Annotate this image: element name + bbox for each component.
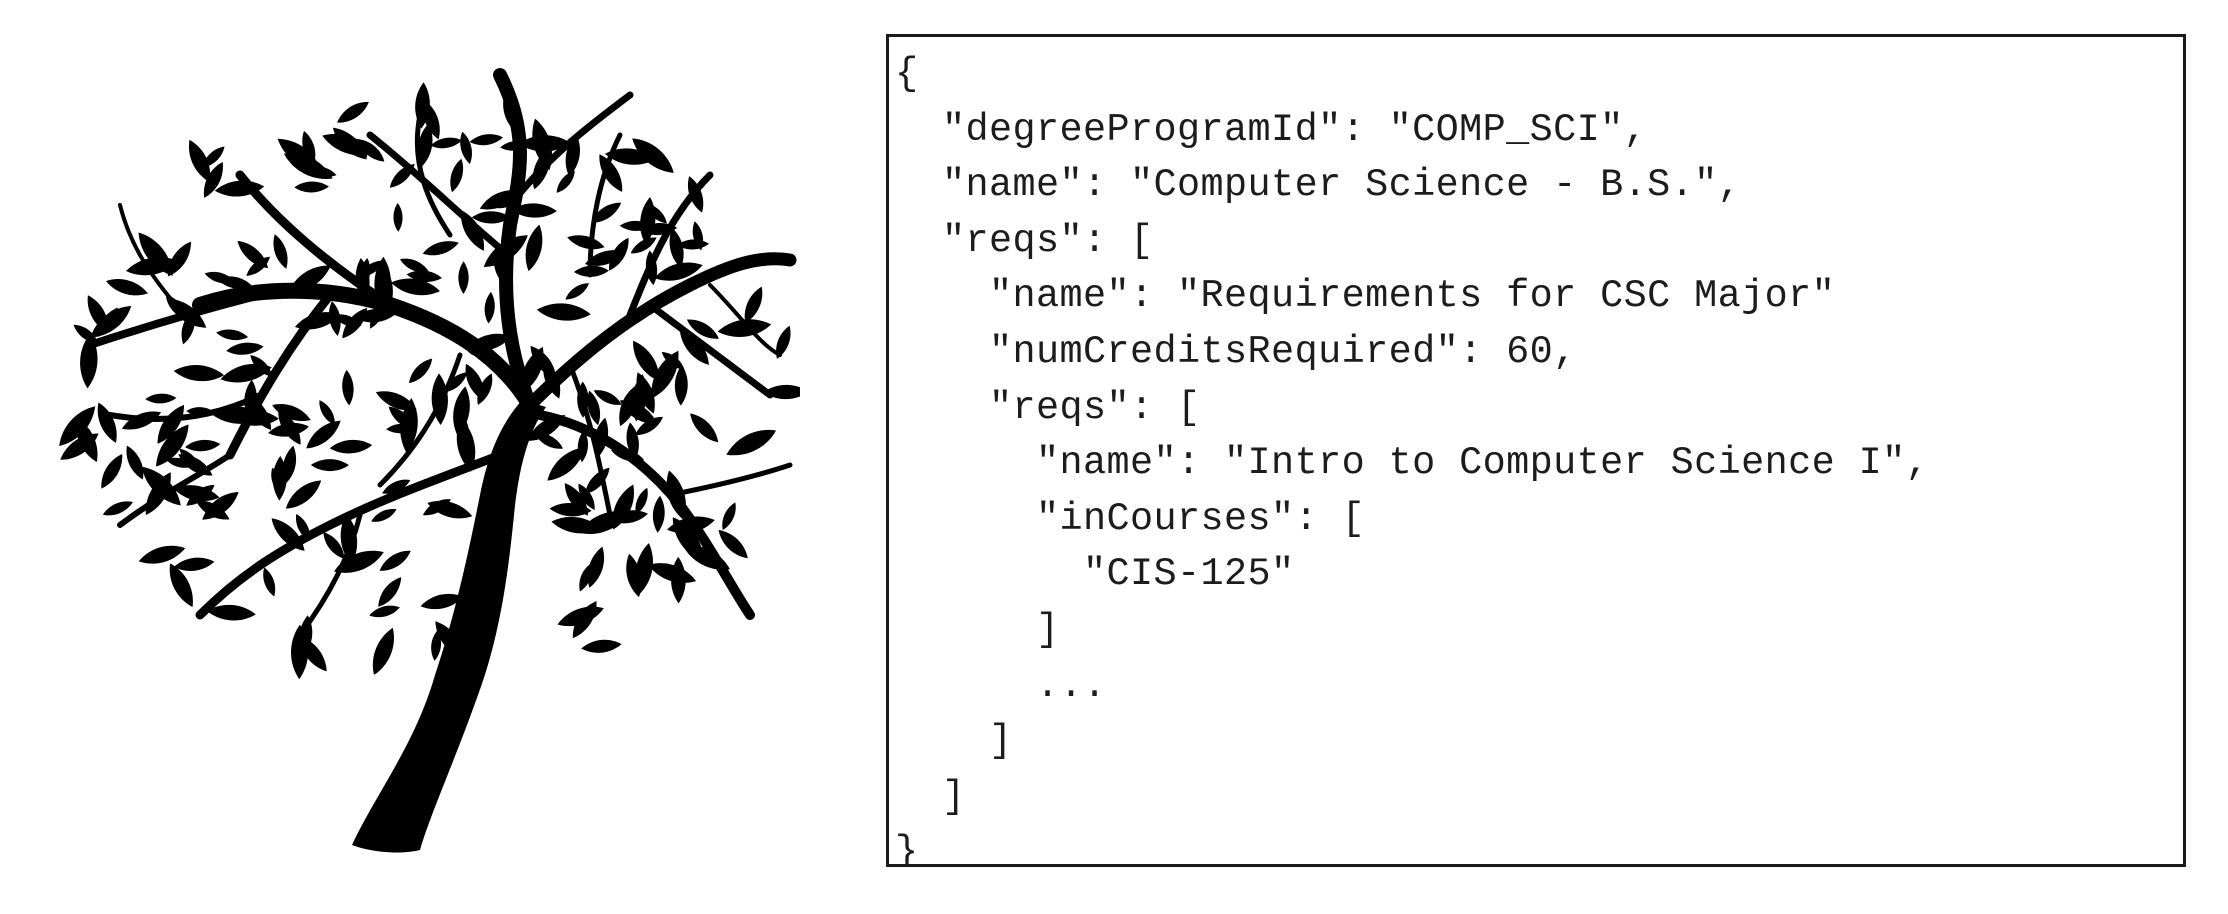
tree-leaf	[690, 413, 719, 443]
tree-leaf	[101, 454, 123, 489]
tree-leaf	[97, 402, 117, 443]
json-code-block: { "degreeProgramId": "COMP_SCI", "name":…	[895, 47, 1930, 867]
code-line: {	[895, 52, 919, 96]
tree-leaf	[584, 467, 610, 495]
code-line: "name": "Intro to Computer Science I",	[895, 441, 1930, 486]
tree-leaf	[430, 137, 462, 149]
tree-leaf	[185, 440, 221, 452]
tree-leaf	[525, 224, 543, 272]
tree-leaf	[469, 134, 503, 146]
code-line: }	[895, 830, 919, 867]
code-line: ]	[895, 607, 1060, 652]
tree-silhouette-icon	[59, 68, 800, 853]
tree-leaf	[674, 364, 688, 406]
tree-branch	[366, 131, 512, 259]
tree-leaf	[722, 502, 736, 530]
tree-leaf	[173, 365, 225, 382]
tree-leaf	[726, 429, 777, 456]
tree-leaf	[342, 369, 354, 406]
tree-leaf	[126, 445, 144, 480]
tree-leaf	[567, 235, 605, 250]
tree-leaf	[369, 605, 400, 618]
tree-leaf	[226, 342, 264, 355]
tree-leaf	[536, 303, 591, 321]
tree-leaf	[652, 495, 665, 533]
code-line: "reqs": [	[895, 218, 1154, 263]
tree-leaf	[422, 241, 459, 256]
code-line: "CIS-125"	[895, 552, 1295, 597]
code-line: ]	[895, 719, 1013, 764]
tree-leaf	[458, 261, 469, 295]
code-line: "inCourses": [	[895, 496, 1366, 541]
tree-leaf	[565, 283, 590, 300]
tree-leaf	[273, 234, 288, 269]
tree-leaf	[393, 202, 403, 232]
tree-leaf	[565, 134, 580, 177]
code-line: "degreeProgramId": "COMP_SCI",	[895, 107, 1648, 152]
code-line: ...	[895, 663, 1107, 708]
code-line: "name": "Computer Science - B.S.",	[895, 163, 1742, 208]
tree-leaf	[263, 567, 276, 597]
tree-leaf	[776, 325, 791, 359]
tree-leaf	[450, 158, 464, 193]
tree-leaf	[460, 131, 472, 164]
tree-leaf	[310, 459, 349, 472]
tree-leaf	[145, 393, 177, 404]
tree-leaf	[409, 358, 433, 384]
tree-branch	[667, 462, 793, 498]
tree-leaf	[106, 279, 148, 296]
code-line: "reqs": [	[895, 385, 1201, 430]
tree-leaf	[216, 329, 249, 341]
tree-leaf	[453, 386, 470, 436]
tree-illustration	[30, 55, 800, 855]
code-line: "name": "Requirements for CSC Major"	[895, 274, 1836, 319]
tree-leaf	[717, 319, 772, 337]
tree-leaf	[556, 170, 575, 193]
tree-leaf	[378, 577, 402, 607]
tree-leaf	[573, 265, 609, 277]
tree-leaf	[294, 181, 329, 193]
tree-leaf	[329, 440, 373, 454]
tree-leaf	[379, 550, 411, 571]
tree-leaf	[581, 639, 622, 653]
tree-leaf	[337, 101, 369, 123]
code-line: ]	[895, 774, 966, 819]
code-line: "numCreditsRequired": 60,	[895, 329, 1577, 374]
json-code-panel: { "degreeProgramId": "COMP_SCI", "name":…	[886, 34, 2186, 867]
tree-leaf	[484, 291, 495, 324]
tree-leaf	[372, 627, 394, 675]
